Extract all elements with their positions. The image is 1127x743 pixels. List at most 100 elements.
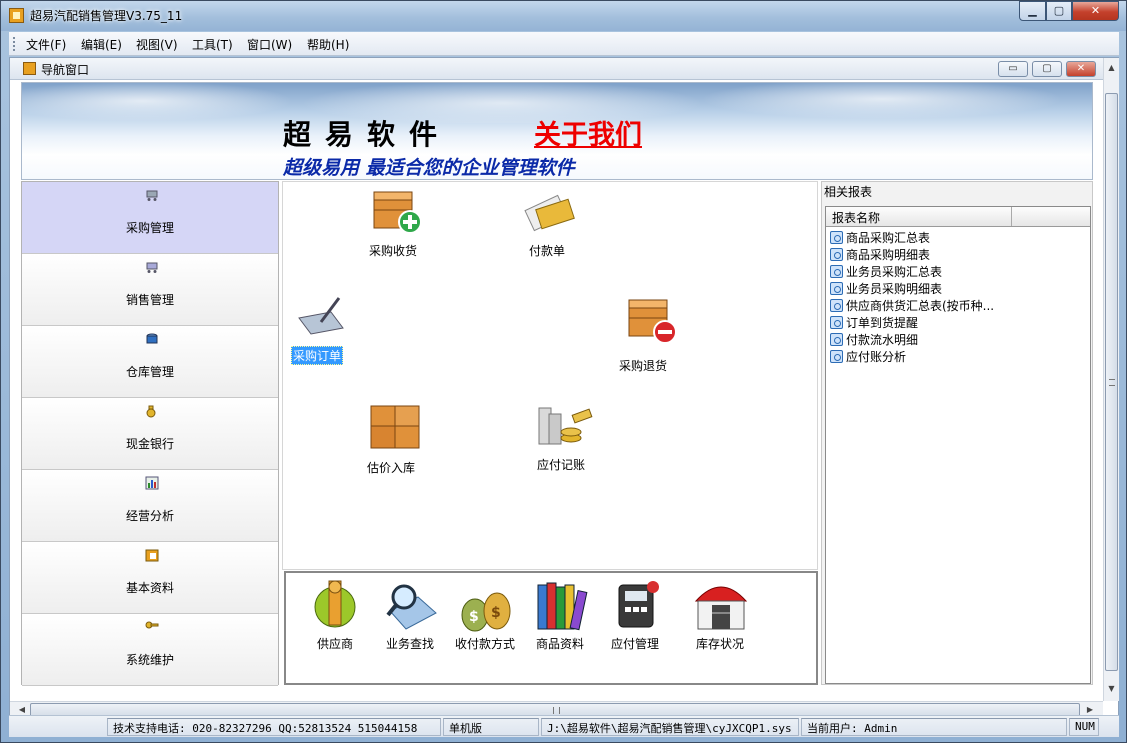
report-list: 报表名称 商品采购汇总表 商品采购明细表 业务员采购汇总表 业务员采购明细表 供…: [825, 206, 1091, 684]
coins-icon: [538, 407, 593, 445]
related-reports-panel: 相关报表 报表名称 商品采购汇总表 商品采购明细表 业务员采购汇总表 业务员采购…: [821, 181, 1093, 685]
svg-text:$: $: [491, 605, 501, 621]
status-mode: 单机版: [443, 718, 539, 736]
category-basic-data[interactable]: 基本资料: [22, 542, 278, 614]
status-user: 当前用户: Admin: [801, 718, 1067, 736]
tile-purchase-order[interactable]: 采购订单: [289, 294, 353, 365]
tile-payment[interactable]: 付款单: [519, 188, 579, 258]
category-purchase[interactable]: 采购管理: [22, 182, 278, 254]
tile-estimate-in[interactable]: 估价入库: [365, 402, 429, 476]
quick-stock-status[interactable]: 库存状况: [684, 577, 756, 655]
report-icon: [830, 248, 843, 261]
folder-icon: [145, 549, 159, 562]
grip-icon: [1109, 379, 1115, 386]
window-title: 超易汽配销售管理V3.75_11: [30, 9, 183, 23]
brand-title: 超易软件: [283, 118, 452, 151]
quick-label: 收付款方式: [454, 637, 515, 651]
menu-view[interactable]: 视图(V): [136, 36, 178, 53]
report-icon: [830, 282, 843, 295]
report-item[interactable]: 商品采购明细表: [830, 246, 930, 263]
mdi-area: 导航窗口 ▭ ▢ ✕ 超易软件 关于我们 超级易用 最适合您的企业管理软件 采购…: [9, 57, 1119, 722]
search-icon: [386, 584, 437, 630]
report-item[interactable]: 供应商供货汇总表(按币种...: [830, 297, 994, 314]
store-icon: [694, 586, 748, 630]
report-icon: [830, 231, 843, 244]
crate-add-icon: [373, 191, 422, 234]
close-button[interactable]: ✕: [1072, 1, 1119, 21]
report-item[interactable]: 业务员采购明细表: [830, 280, 942, 297]
tile-label: 采购收货: [369, 244, 418, 258]
report-label: 应付账分析: [846, 350, 907, 364]
cart-icon: [146, 262, 158, 273]
report-item[interactable]: 付款流水明细: [830, 331, 918, 348]
report-label: 商品采购明细表: [846, 248, 931, 262]
moneybag-icon: [146, 405, 156, 418]
scroll-up-arrow-icon[interactable]: ▲: [1104, 60, 1119, 76]
chart-icon: [145, 476, 159, 490]
quick-business-search[interactable]: 业务查找: [374, 577, 446, 655]
menu-window[interactable]: 窗口(W): [247, 36, 292, 53]
navigator-icon: [23, 62, 36, 75]
status-num: NUM: [1069, 718, 1099, 736]
warehouse-icon: [146, 333, 158, 344]
category-cash-bank[interactable]: 现金银行: [22, 398, 278, 470]
report-item[interactable]: 商品采购汇总表: [830, 229, 930, 246]
quick-payable-management[interactable]: 应付管理: [599, 577, 671, 655]
column-header-report-name[interactable]: 报表名称: [826, 207, 1012, 226]
report-label: 供应商供货汇总表(按币种...: [846, 299, 995, 313]
child-window-title: 导航窗口: [41, 63, 90, 77]
category-warehouse[interactable]: 仓库管理: [22, 326, 278, 398]
register-icon: [618, 581, 659, 628]
title-bar[interactable]: 超易汽配销售管理V3.75_11 ▁ ▢ ✕: [1, 1, 1126, 31]
vertical-scrollbar[interactable]: ▲ ▼: [1103, 58, 1119, 701]
maximize-button[interactable]: ▢: [1046, 1, 1072, 21]
report-item[interactable]: 应付账分析: [830, 348, 906, 365]
category-system[interactable]: 系统维护: [22, 614, 278, 686]
scroll-down-arrow-icon[interactable]: ▼: [1104, 681, 1119, 697]
menu-help[interactable]: 帮助(H): [307, 36, 349, 53]
report-icon: [830, 333, 843, 346]
menu-edit[interactable]: 编辑(E): [81, 36, 122, 53]
report-item[interactable]: 订单到货提醒: [830, 314, 918, 331]
category-label: 经营分析: [125, 509, 174, 523]
menu-tools[interactable]: 工具(T): [192, 36, 233, 53]
navigator-panel: 超易软件 关于我们 超级易用 最适合您的企业管理软件 采购管理 销售管理 仓库管…: [21, 82, 1093, 686]
report-label: 业务员采购明细表: [846, 282, 943, 296]
category-analysis[interactable]: 经营分析: [22, 470, 278, 542]
reports-title: 相关报表: [824, 185, 873, 199]
report-label: 付款流水明细: [846, 333, 919, 347]
report-label: 业务员采购汇总表: [846, 265, 943, 279]
child-restore-button[interactable]: ▢: [1032, 61, 1062, 77]
cards-icon: [524, 194, 575, 232]
minimize-button[interactable]: ▁: [1019, 1, 1046, 21]
menu-file[interactable]: 文件(F): [26, 36, 66, 53]
child-window-titlebar[interactable]: 导航窗口 ▭ ▢ ✕: [10, 58, 1103, 80]
quick-label: 供应商: [316, 637, 353, 651]
report-item[interactable]: 业务员采购汇总表: [830, 263, 942, 280]
child-close-button[interactable]: ✕: [1066, 61, 1096, 77]
report-label: 商品采购汇总表: [846, 231, 931, 245]
tile-purchase-receive[interactable]: 采购收货: [363, 184, 427, 258]
about-us-link[interactable]: 关于我们: [534, 113, 642, 152]
status-path: J:\超易软件\超易汽配销售管理\cyJXCQP1.sys: [541, 718, 799, 736]
crate-remove-icon: [628, 299, 677, 344]
tile-payable-record[interactable]: 应付记账: [535, 400, 599, 474]
quick-toolbar: 供应商 业务查找 $ $ 收付款方式 商品资料 应付管理 库存状况: [284, 571, 818, 685]
category-label: 基本资料: [125, 581, 174, 595]
report-icon: [830, 316, 843, 329]
vertical-scroll-thumb[interactable]: [1105, 93, 1118, 671]
slogan: 超级易用 最适合您的企业管理软件: [283, 157, 575, 179]
quick-payment-methods[interactable]: $ $ 收付款方式: [449, 577, 521, 655]
supplier-icon: [314, 580, 356, 628]
shovel-icon: [298, 297, 344, 335]
child-minimize-button[interactable]: ▭: [998, 61, 1028, 77]
tile-label: 估价入库: [367, 461, 416, 475]
category-label: 销售管理: [125, 293, 174, 307]
category-label: 仓库管理: [125, 365, 174, 379]
tile-label: 付款单: [529, 244, 566, 258]
quick-supplier[interactable]: 供应商: [299, 577, 371, 655]
menu-grip[interactable]: [13, 37, 16, 51]
category-sales[interactable]: 销售管理: [22, 254, 278, 326]
quick-product-data[interactable]: 商品资料: [524, 577, 596, 655]
tile-purchase-return[interactable]: 采购退货: [617, 292, 687, 373]
